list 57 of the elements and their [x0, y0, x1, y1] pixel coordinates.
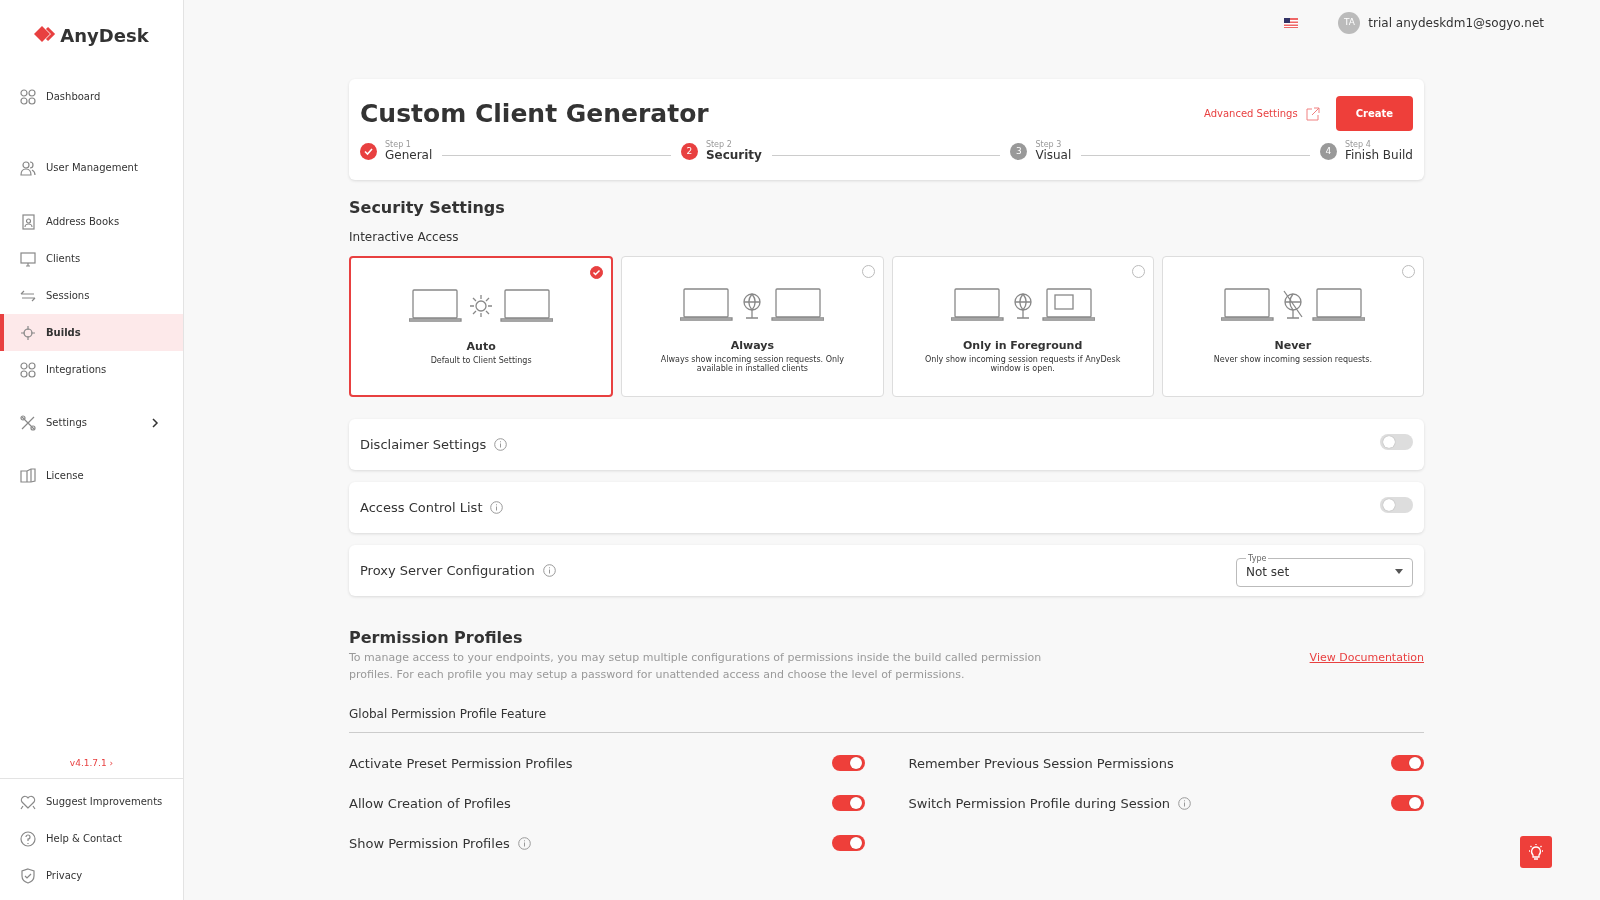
sidebar-item[interactable]: Settings: [0, 404, 183, 441]
section-description: To manage access to your endpoints, you may setup multiple configurations of permissions inside the build called permission profiles. For each profile you may setup a password for unattended access and choose the level of permissions.: [349, 650, 1043, 683]
permission-label: Remember Previous Session Permissions: [908, 754, 1174, 773]
sidebar-item[interactable]: Help & Contact: [0, 820, 183, 857]
sidebar-item[interactable]: User Management: [0, 149, 183, 186]
step-label: Visual: [1035, 149, 1072, 163]
option-card[interactable]: Auto Default to Client Settings: [349, 256, 614, 398]
permission-label: Switch Permission Profile during Session: [908, 794, 1171, 813]
option-title: Auto: [465, 339, 497, 356]
step-number: 3: [1010, 143, 1028, 160]
option-description: Never show incoming session requests.: [1212, 355, 1373, 365]
field-label: Type: [1247, 555, 1268, 563]
option-title: Always: [729, 338, 775, 355]
permission-label: Allow Creation of Profiles: [349, 794, 511, 813]
section-title: Permission Profiles: [349, 627, 524, 650]
step-label: General: [385, 149, 433, 163]
permission-label: Show Permission Profiles: [349, 834, 510, 853]
option-title: Only in Foreground: [961, 338, 1084, 355]
step-caption: Step 2: [705, 140, 733, 149]
logo-text: AnyDesk: [60, 24, 149, 48]
sidebar-item[interactable]: Suggest Improvements: [0, 783, 183, 820]
option-card[interactable]: Always Always show incoming session requests. Only available in installed clients: [621, 256, 884, 398]
view-documentation-link[interactable]: View Documentation: [1309, 650, 1424, 667]
section-title: Security Settings: [349, 197, 506, 220]
subsection-title: Global Permission Profile Feature: [349, 705, 1424, 734]
option-description: Always show incoming session requests. Only available in installed clients: [659, 355, 845, 374]
sidebar-item[interactable]: Dashboard: [0, 78, 183, 115]
sidebar-item[interactable]: Sessions: [0, 277, 183, 314]
option-description: Default to Client Settings: [429, 356, 533, 366]
option-card[interactable]: Only in Foreground Only show incoming session requests if AnyDesk window is open.: [891, 256, 1154, 398]
step-label: Security: [705, 149, 762, 163]
version-link[interactable]: v4.1.7.1 ›: [0, 756, 183, 770]
sidebar-item[interactable]: Privacy: [0, 857, 183, 894]
user-email[interactable]: trial anydeskdm1@sogyo.net: [1368, 14, 1544, 32]
create-button[interactable]: Create: [1335, 96, 1413, 132]
permission-label: Activate Preset Permission Profiles: [349, 754, 573, 773]
step-number: 2: [680, 143, 698, 160]
step-caption: Step 1: [385, 140, 412, 149]
step-caption: Step 3: [1035, 140, 1062, 150]
option-title: Never: [1273, 338, 1313, 355]
step-caption: Step 4: [1344, 140, 1371, 150]
advanced-settings-link[interactable]: Advanced Settings: [1204, 106, 1320, 122]
sidebar-item[interactable]: Integrations: [0, 351, 183, 388]
step-number: 4: [1319, 143, 1337, 160]
sidebar-item[interactable]: Builds: [0, 314, 183, 351]
type-select[interactable]: Type Not set: [1236, 555, 1413, 587]
setting-label: Proxy Server Configuration: [360, 562, 535, 581]
option-card[interactable]: Never Never show incoming session requests.: [1161, 256, 1424, 398]
option-description: Only show incoming session requests if AnyDesk window is open.: [923, 355, 1122, 374]
setting-label: Disclaimer Settings: [360, 436, 487, 455]
sidebar-item[interactable]: Clients: [0, 240, 183, 277]
setting-label: Access Control List: [360, 499, 483, 518]
page-title: Custom Client Generator: [360, 98, 709, 130]
section-subtitle: Interactive Access: [349, 229, 460, 247]
step-label: Finish Build: [1344, 149, 1413, 163]
sidebar-item[interactable]: License: [0, 457, 183, 494]
sidebar-item[interactable]: Address Books: [0, 203, 183, 240]
